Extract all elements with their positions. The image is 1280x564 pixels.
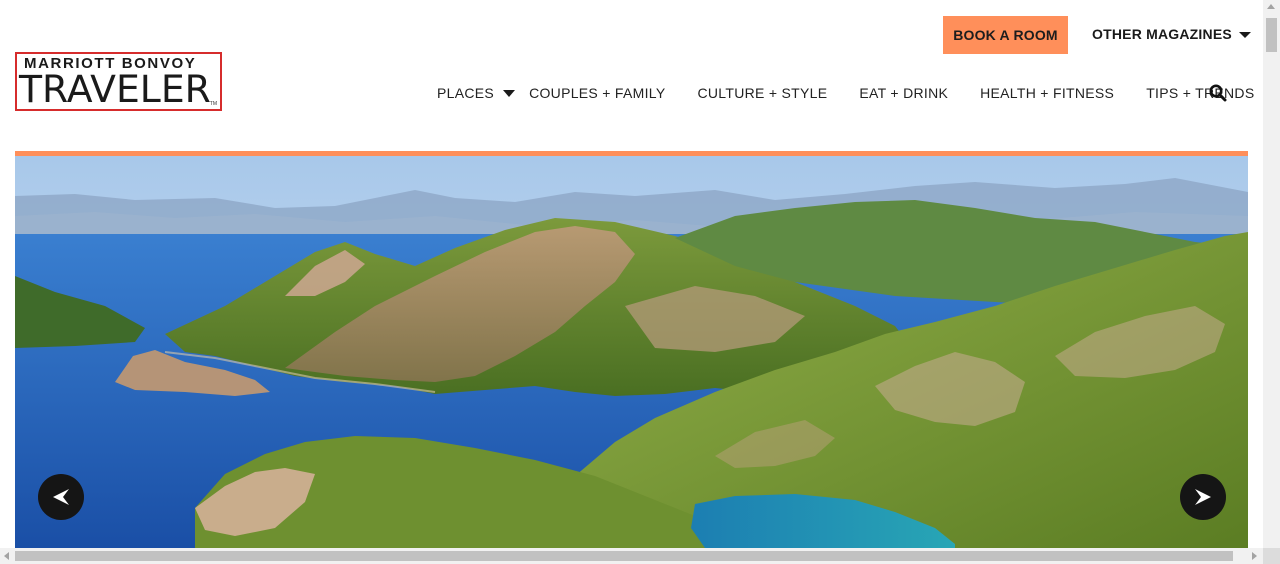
nav-item-tips-trends[interactable]: TIPS + TRENDS <box>1146 85 1254 101</box>
scroll-right-icon[interactable] <box>1252 552 1257 560</box>
logo-title-text: TRAVELER <box>19 68 211 111</box>
nav-item-label: PLACES <box>437 85 495 101</box>
nav-item-label: CULTURE + STYLE <box>697 85 828 101</box>
page: MARRIOTT BONVOY TRAVELER TM BOOK A ROOM … <box>0 0 1263 548</box>
hero-carousel <box>15 156 1248 548</box>
nav-item-eat-drink[interactable]: EAT + DRINK <box>859 85 948 101</box>
site-logo[interactable]: MARRIOTT BONVOY TRAVELER TM <box>15 52 222 111</box>
horizontal-scroll-thumb[interactable] <box>15 551 1233 561</box>
caret-down-icon[interactable] <box>503 89 516 97</box>
nav-item-label: COUPLES + FAMILY <box>529 85 666 101</box>
search-icon[interactable] <box>1209 84 1227 102</box>
vertical-scrollbar[interactable] <box>1263 0 1280 548</box>
other-magazines-label: OTHER MAGAZINES <box>1092 26 1232 42</box>
book-a-room-button[interactable]: BOOK A ROOM <box>943 16 1068 54</box>
caret-down-icon <box>1238 32 1251 38</box>
logo-trademark: TM <box>209 101 217 107</box>
carousel-prev-button[interactable] <box>38 474 84 520</box>
scroll-up-icon[interactable] <box>1267 4 1275 9</box>
nav-item-label: TIPS + TRENDS <box>1146 85 1255 101</box>
carousel-next-button[interactable] <box>1180 474 1226 520</box>
scrollbar-corner <box>1263 548 1280 564</box>
nav-item-label: EAT + DRINK <box>859 85 949 101</box>
horizontal-scrollbar[interactable] <box>0 548 1263 564</box>
chevron-left-icon <box>53 489 69 505</box>
vertical-scroll-thumb[interactable] <box>1266 18 1277 52</box>
chevron-right-icon <box>1195 489 1211 505</box>
other-magazines-dropdown[interactable]: OTHER MAGAZINES <box>1092 24 1251 44</box>
nav-item-couples-family[interactable]: COUPLES + FAMILY <box>529 85 665 101</box>
nav-item-health-fitness[interactable]: HEALTH + FITNESS <box>980 85 1114 101</box>
main-nav: PLACES COUPLES + FAMILY CULTURE + STYLE … <box>437 83 1254 103</box>
scroll-left-icon[interactable] <box>4 552 9 560</box>
nav-item-culture-style[interactable]: CULTURE + STYLE <box>697 85 827 101</box>
nav-item-places[interactable]: PLACES <box>437 85 529 101</box>
nav-item-label: HEALTH + FITNESS <box>980 85 1115 101</box>
hero-image <box>15 156 1248 548</box>
